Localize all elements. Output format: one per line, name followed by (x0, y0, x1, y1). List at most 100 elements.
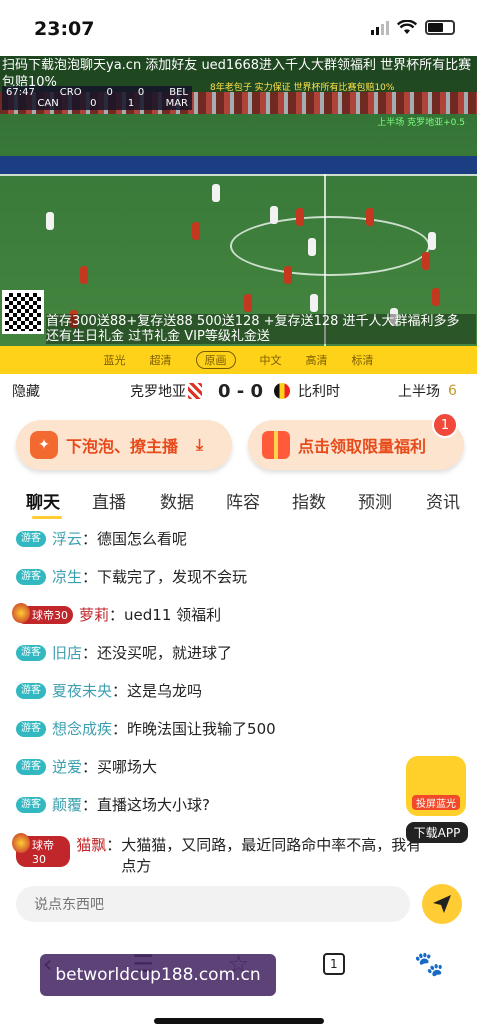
chat-message: 球帝30 猫飘： 大猫猫，又同路，最近同路命中率不高，我有点方 (11, 833, 426, 874)
float-app-promo[interactable]: 投屏蓝光 下载APP (406, 756, 468, 844)
croatia-flag-icon (188, 383, 202, 399)
chat-nick[interactable]: 旧店 (52, 642, 82, 663)
chat-nick[interactable]: 颠覆 (52, 794, 82, 815)
quality-option[interactable]: 标清 (352, 352, 374, 368)
home-indicator[interactable] (154, 1018, 324, 1024)
status-bar: 23:07 (0, 0, 477, 56)
chat-text: 昨晚法国让我输了500 (127, 720, 276, 738)
chat-nick[interactable]: 浮云 (52, 528, 82, 549)
chat-message: 游客 颠覆： 直播这场大小球? (16, 794, 210, 815)
player (46, 212, 54, 230)
qr-code (2, 290, 44, 334)
chat-text: 德国怎么看呢 (97, 530, 188, 548)
chat-text: 这是乌龙吗 (127, 682, 203, 700)
gift-icon (262, 431, 290, 459)
quality-bar: 蓝光 超清 原画 中文 高清 标清 (0, 346, 477, 374)
tab-news[interactable]: 资讯 (426, 488, 460, 513)
player (422, 252, 430, 270)
float-app-label: 投屏蓝光 (412, 795, 460, 810)
video-player[interactable]: 扫码下载泡泡聊天ya.cn 添加好友 ued1668进入千人大群领福利 世界杯所… (0, 56, 477, 346)
paw-icon[interactable]: 🐾 (409, 950, 449, 978)
vip-badge: 球帝30 (11, 833, 71, 867)
guest-badge: 游客 (16, 569, 46, 585)
player (366, 208, 374, 226)
banner-left-label: 下泡泡、撩主播 (66, 437, 179, 456)
player (284, 266, 292, 284)
guest-badge: 游客 (16, 683, 46, 699)
tab-bar: 聊天 直播 数据 阵容 指数 预测 资讯 (0, 488, 477, 524)
match-clock: 67:47 (6, 87, 35, 98)
chat-nick[interactable]: 萝莉 (79, 604, 109, 625)
home-score-2: 0 (90, 98, 97, 109)
guest-badge: 游客 (16, 531, 46, 547)
tab-chat[interactable]: 聊天 (26, 488, 62, 519)
chat-text: 下载完了，发现不会玩 (97, 568, 248, 586)
player (308, 238, 316, 256)
ad-board (0, 156, 477, 174)
chat-message: 游客 凉生： 下载完了，发现不会玩 (16, 566, 247, 587)
quality-option[interactable]: 中文 (260, 352, 282, 368)
tab-odds[interactable]: 指数 (292, 488, 326, 513)
player (270, 206, 278, 224)
chat-message: 游客 旧店： 还没买呢，就进球了 (16, 642, 232, 663)
chat-text: 还没买呢，就进球了 (97, 644, 233, 662)
chat-nick[interactable]: 想念成疾 (52, 718, 112, 739)
home-code-2: CAN (37, 98, 59, 109)
chat-message: 游客 夏夜未央： 这是乌龙吗 (16, 680, 202, 701)
chat-text: 直播这场大小球? (97, 796, 210, 814)
signal-icon (371, 20, 389, 35)
bubble-app-icon: ✦ (30, 431, 58, 459)
send-button[interactable] (422, 884, 462, 924)
download-icon: ⤓ (196, 435, 204, 454)
tab-count: 1 (322, 953, 345, 975)
away-code: BEL (169, 87, 188, 98)
battery-icon (425, 20, 455, 35)
quality-option-selected[interactable]: 原画 (195, 351, 236, 369)
chat-text: ued11 领福利 (124, 606, 222, 624)
match-info-bar: 隐藏 克罗地亚 0 - 0 比利时 上半场 6 (0, 376, 477, 406)
video-promo: 首存300送88+复存送88 500送128 +复存送128 进千人大群福利多多… (46, 314, 476, 344)
player (244, 294, 252, 312)
chat-message: 游客 浮云： 德国怎么看呢 (16, 528, 187, 549)
tab-prediction[interactable]: 预测 (358, 488, 392, 513)
status-time: 23:07 (34, 18, 95, 40)
hide-button[interactable]: 隐藏 (12, 381, 40, 401)
notification-badge: 1 (432, 412, 458, 438)
tab-lineup[interactable]: 阵容 (226, 488, 260, 513)
dog-mascot-icon: 投屏蓝光 (406, 756, 466, 816)
tabs-button[interactable]: 1 (314, 953, 354, 975)
chat-message: 游客 想念成疾： 昨晚法国让我输了500 (16, 718, 276, 739)
chat-nick[interactable]: 夏夜未央 (52, 680, 112, 701)
player (296, 208, 304, 226)
touch-line (0, 174, 477, 176)
banner-right-label: 点击领取限量福利 (298, 437, 427, 456)
chat-nick[interactable]: 逆爱 (52, 756, 82, 777)
home-team: 克罗地亚 (130, 384, 186, 400)
download-app-banner[interactable]: ✦ 下泡泡、撩主播 ⤓ (16, 420, 232, 470)
away-score: 0 (137, 87, 145, 98)
player (432, 288, 440, 306)
scorebug: 67:47 CRO 0 0 BEL CAN 0 1 MAR (2, 86, 192, 110)
player (192, 222, 200, 240)
watermark: betworldcup188.com.cn (40, 954, 276, 996)
chat-input[interactable] (16, 886, 410, 922)
player (428, 232, 436, 250)
chat-text: 大猫猫，又同路，最近同路命中率不高，我有点方 (121, 836, 422, 874)
period-number: 6 (448, 383, 457, 399)
overlay-ad-odds: 上半场 克罗地亚+0.5 (377, 118, 465, 128)
quality-option[interactable]: 超清 (150, 352, 172, 368)
chat-message: 球帝30 萝莉： ued11 领福利 (12, 603, 222, 625)
chat-text: 买哪场大 (97, 758, 158, 776)
wifi-icon (397, 20, 417, 34)
chat-nick[interactable]: 猫飘 (76, 834, 106, 855)
player (310, 294, 318, 312)
chat-nick[interactable]: 凉生 (52, 566, 82, 587)
belgium-flag-icon (274, 383, 290, 399)
quality-option[interactable]: 高清 (306, 352, 328, 368)
quality-option[interactable]: 蓝光 (104, 352, 126, 368)
tab-data[interactable]: 数据 (160, 488, 194, 513)
match-score: 0 - 0 (218, 380, 264, 402)
download-app-button[interactable]: 下载APP (406, 822, 468, 843)
tab-live[interactable]: 直播 (92, 488, 126, 513)
away-team: 比利时 (298, 384, 340, 400)
